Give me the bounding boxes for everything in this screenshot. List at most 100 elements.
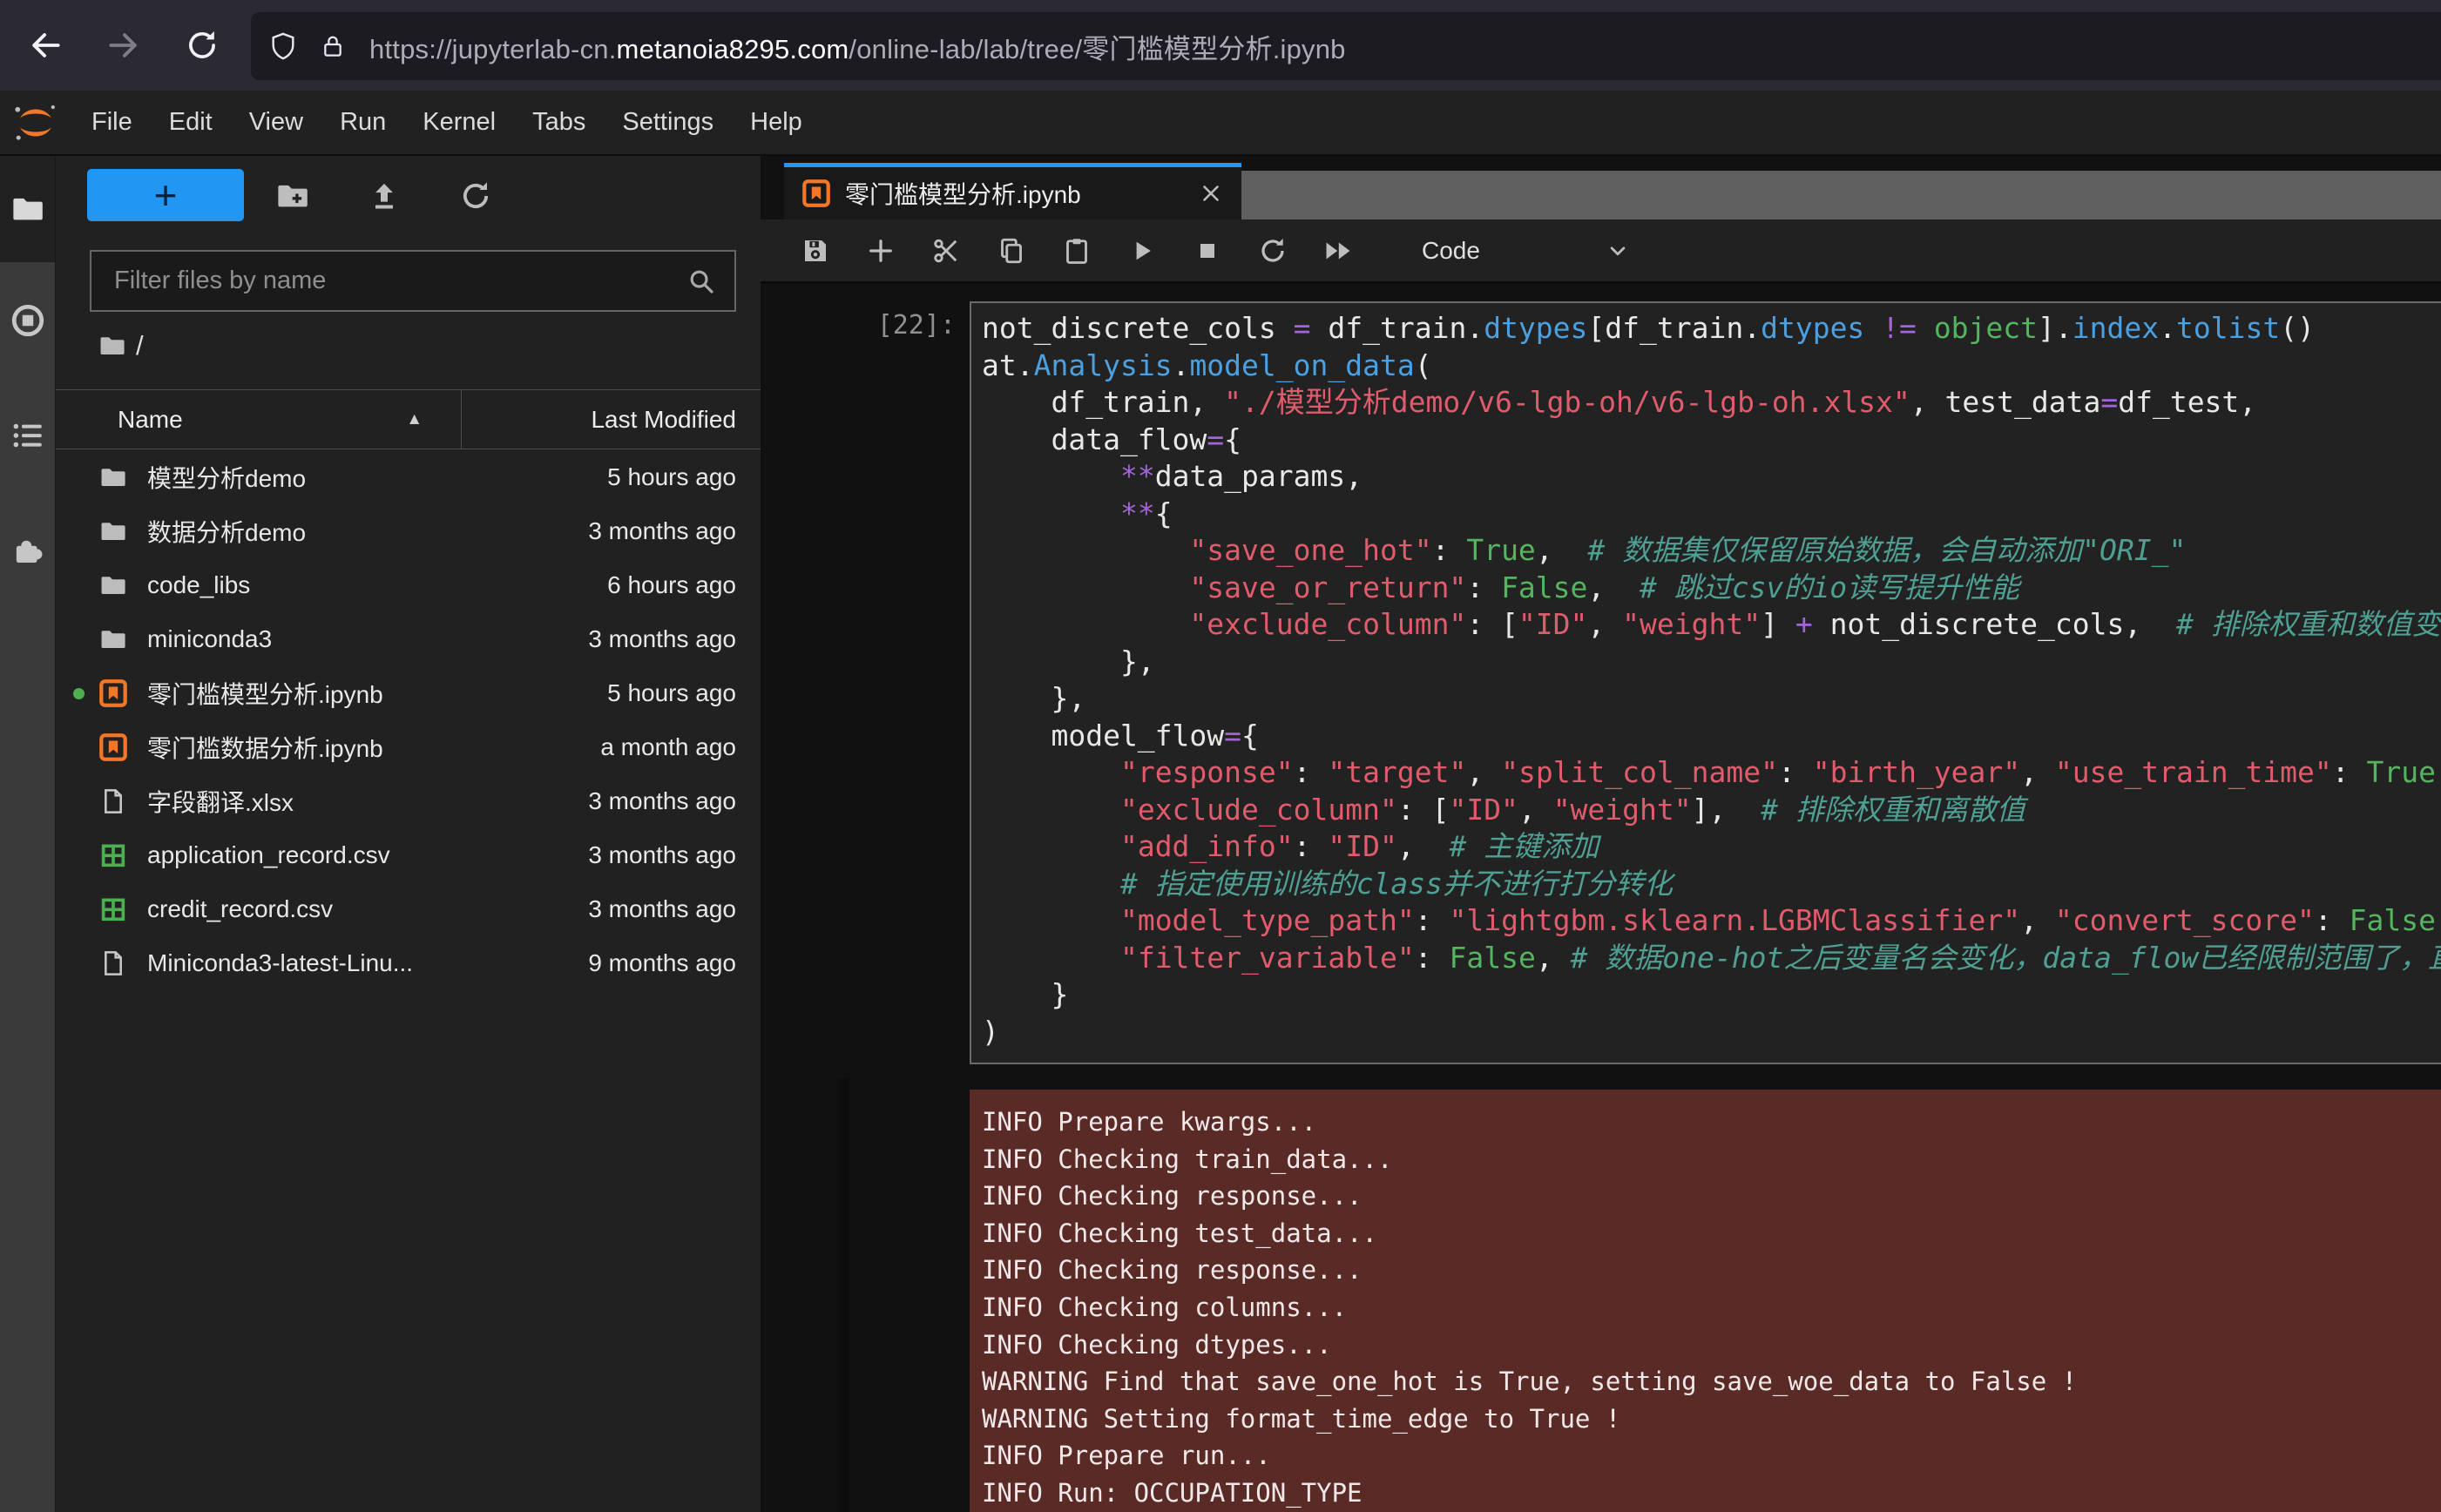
add-cell-button[interactable]	[861, 231, 901, 271]
folder-icon	[98, 570, 128, 600]
tab-close-button[interactable]	[1198, 180, 1224, 206]
notebook-scroll-area[interactable]: [22]: not_discrete_cols = df_train.dtype…	[761, 284, 2441, 1512]
save-button[interactable]	[795, 231, 835, 271]
menu-item-run[interactable]: Run	[321, 91, 404, 154]
log-line: INFO Checking train_data...	[982, 1141, 2441, 1178]
output-collapser[interactable]	[838, 1078, 849, 1512]
log-line: INFO Checking response...	[982, 1178, 2441, 1215]
file-row[interactable]: 零门槛数据分析.ipynba month ago	[56, 720, 761, 774]
notebook-icon	[98, 678, 128, 708]
log-line: INFO Checking test_data...	[982, 1215, 2441, 1252]
execution-count: [22]:	[761, 310, 956, 341]
file-list-header: Name ▲ Last Modified	[56, 389, 761, 449]
scissors-icon	[930, 235, 962, 267]
code-line: "exclude_column": ["ID", "weight"] + not…	[982, 606, 2441, 644]
breadcrumb[interactable]: /	[98, 330, 144, 361]
sidebar-item-table-of-contents[interactable]	[0, 408, 56, 463]
browser-back-button[interactable]	[19, 19, 71, 71]
code-line: model_flow={	[982, 718, 2441, 755]
reload-icon	[184, 27, 220, 64]
file-last-modified: 3 months ago	[390, 841, 761, 869]
code-cell-editor[interactable]: not_discrete_cols = df_train.dtypes[df_t…	[970, 301, 2441, 1064]
file-last-modified: 3 months ago	[294, 787, 761, 815]
cut-cells-button[interactable]	[926, 231, 966, 271]
restart-run-all-button[interactable]	[1318, 231, 1358, 271]
home-folder-icon[interactable]	[98, 331, 127, 361]
refresh-button[interactable]	[456, 176, 496, 216]
shield-icon[interactable]	[268, 29, 298, 64]
file-row[interactable]: 数据分析demo3 months ago	[56, 504, 761, 558]
column-header-name[interactable]: Name ▲	[56, 390, 462, 449]
file-row[interactable]: 零门槛模型分析.ipynb5 hours ago	[56, 666, 761, 720]
menu-item-tabs[interactable]: Tabs	[514, 91, 604, 154]
plus-icon	[865, 235, 896, 267]
paste-icon	[1061, 235, 1092, 267]
file-row[interactable]: 模型分析demo5 hours ago	[56, 450, 761, 504]
new-launcher-button[interactable]: +	[87, 169, 244, 221]
address-bar[interactable]: https://jupyterlab-cn.metanoia8295.com/o…	[251, 12, 2441, 80]
file-name: application_record.csv	[147, 841, 390, 869]
file-row[interactable]: code_libs6 hours ago	[56, 558, 761, 612]
url-text: https://jupyterlab-cn.metanoia8295.com/o…	[369, 27, 1346, 66]
run-cell-button[interactable]	[1122, 231, 1162, 271]
code-line: df_train, "./模型分析demo/v6-lgb-oh/v6-lgb-o…	[982, 384, 2441, 422]
stop-icon	[1193, 237, 1221, 265]
browser-forward-button[interactable]	[98, 19, 150, 71]
menu-item-file[interactable]: File	[73, 91, 151, 154]
sidebar-item-file-browser[interactable]	[0, 181, 56, 237]
upload-button[interactable]	[364, 176, 404, 216]
file-row[interactable]: miniconda33 months ago	[56, 612, 761, 666]
restart-icon	[1257, 235, 1288, 267]
column-header-last-modified[interactable]: Last Modified	[462, 406, 761, 434]
code-line: }	[982, 976, 2441, 1014]
file-row[interactable]: Miniconda3-latest-Linu...9 months ago	[56, 936, 761, 990]
run-icon	[1127, 236, 1157, 266]
sidebar-item-extensions[interactable]	[0, 523, 56, 578]
notebook-icon	[98, 732, 128, 762]
copy-cells-button[interactable]	[991, 231, 1031, 271]
activity-sidebar	[0, 156, 56, 1512]
main-dock-panel: 零门槛模型分析.ipynb	[761, 156, 2441, 1512]
cell-output: INFO Prepare kwargs...INFO Checking trai…	[970, 1090, 2441, 1512]
file-last-modified: 6 hours ago	[250, 571, 761, 599]
file-row[interactable]: credit_record.csv3 months ago	[56, 882, 761, 936]
spreadsheet-icon	[98, 894, 128, 924]
paste-cells-button[interactable]	[1057, 231, 1097, 271]
file-row[interactable]: 字段翻译.xlsx3 months ago	[56, 774, 761, 828]
file-name: 零门槛数据分析.ipynb	[147, 730, 383, 765]
forward-arrow-icon	[105, 26, 143, 64]
menu-item-edit[interactable]: Edit	[151, 91, 231, 154]
menu-item-kernel[interactable]: Kernel	[404, 91, 514, 154]
copy-icon	[996, 235, 1027, 267]
chevron-down-icon	[1605, 238, 1631, 264]
new-launcher-label: +	[154, 175, 178, 215]
browser-reload-button[interactable]	[176, 19, 228, 71]
notebook-tabbar: 零门槛模型分析.ipynb	[761, 156, 2441, 219]
lock-icon	[319, 29, 347, 64]
close-icon	[1198, 180, 1224, 206]
code-line: "add_info": "ID", # 主键添加	[982, 828, 2441, 866]
log-line: INFO Checking columns...	[982, 1289, 2441, 1326]
jupyter-logo-icon	[12, 99, 59, 146]
interrupt-kernel-button[interactable]	[1187, 231, 1227, 271]
new-folder-button[interactable]	[273, 176, 313, 216]
puzzle-icon	[10, 532, 46, 569]
last-modified-header-label: Last Modified	[591, 406, 736, 433]
menu-item-view[interactable]: View	[231, 91, 321, 154]
jupyterlab-menubar: FileEditViewRunKernelTabsSettingsHelp	[0, 91, 2441, 156]
restart-kernel-button[interactable]	[1253, 231, 1293, 271]
notebook-icon	[801, 179, 831, 208]
menu-item-help[interactable]: Help	[732, 91, 821, 154]
notebook-tab[interactable]: 零门槛模型分析.ipynb	[784, 163, 1241, 219]
breadcrumb-root: /	[136, 330, 144, 361]
cell-type-dropdown[interactable]: Code	[1422, 237, 1631, 265]
file-last-modified: 5 hours ago	[383, 679, 761, 707]
file-row[interactable]: application_record.csv3 months ago	[56, 828, 761, 882]
code-line: data_flow={	[982, 422, 2441, 459]
name-header-label: Name	[118, 406, 183, 434]
code-line: **data_params,	[982, 458, 2441, 496]
sidebar-item-running-sessions[interactable]	[0, 293, 56, 348]
tabbar-empty-area	[1241, 171, 2441, 219]
filter-files-input[interactable]	[91, 267, 686, 295]
menu-item-settings[interactable]: Settings	[604, 91, 732, 154]
